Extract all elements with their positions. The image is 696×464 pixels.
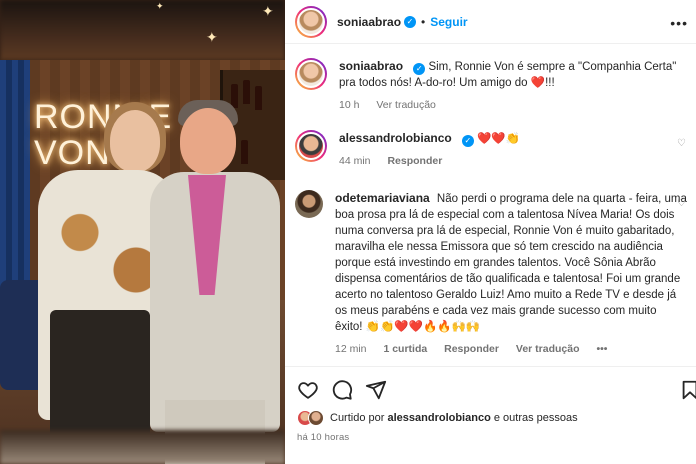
see-translation-link[interactable]: Ver tradução xyxy=(516,343,580,355)
comment-username[interactable]: odetemariaviana xyxy=(335,191,430,205)
comment-meta: 10 h Ver tradução xyxy=(339,97,690,113)
liked-by-prefix: Curtido por xyxy=(330,412,385,424)
woman-face xyxy=(110,110,160,172)
comment-time: 44 min xyxy=(339,155,371,167)
heart-icon[interactable] xyxy=(297,379,319,401)
sparkle-icon: ✦ xyxy=(156,1,164,11)
comment-more-icon[interactable]: ••• xyxy=(596,343,607,355)
verified-icon: ✓ xyxy=(404,15,417,28)
comment-meta: 12 min 1 curtida Responder Ver tradução … xyxy=(335,341,687,357)
liked-by-others-link[interactable]: e outras pessoas xyxy=(494,412,578,424)
bookmark-icon[interactable] xyxy=(679,379,696,401)
comment-item: soniaabrao ✓ Sim, Ronnie Von é sempre a … xyxy=(295,58,690,113)
liked-by-text: Curtido por alessandrolobianco e outras … xyxy=(330,412,578,424)
separator-dot: • xyxy=(421,14,426,29)
liked-by-user-link[interactable]: alessandrolobianco xyxy=(387,412,490,424)
liker-avatar xyxy=(308,410,324,426)
commenter-avatar[interactable] xyxy=(295,58,327,90)
author-username[interactable]: soniaabrao xyxy=(337,15,401,29)
comment-username[interactable]: alessandrolobianco xyxy=(339,131,452,145)
studio-curtain xyxy=(0,60,30,310)
verified-icon: ✓ xyxy=(413,63,426,75)
commenter-avatar[interactable] xyxy=(295,130,327,162)
post-timestamp: há 10 horas xyxy=(297,432,350,443)
comment-meta: 44 min Responder xyxy=(339,153,690,169)
like-comment-heart-icon[interactable]: ♡ xyxy=(677,198,686,209)
woman-pants xyxy=(50,310,150,440)
like-comment-heart-icon[interactable]: ♡ xyxy=(677,138,686,149)
post-actions-bar xyxy=(285,366,696,410)
commenter-avatar[interactable] xyxy=(295,190,323,218)
reply-link[interactable]: Responder xyxy=(444,343,499,355)
author-avatar[interactable] xyxy=(295,5,327,38)
comments-list[interactable]: soniaabrao ✓ Sim, Ronnie Von é sempre a … xyxy=(285,44,696,366)
comment-time: 12 min xyxy=(335,343,367,355)
reply-link[interactable]: Responder xyxy=(387,155,442,167)
photo-blur-bottom xyxy=(0,430,285,464)
verified-icon: ✓ xyxy=(461,135,474,147)
man-face xyxy=(180,108,236,174)
see-translation-link[interactable]: Ver tradução xyxy=(376,99,436,111)
liked-by: Curtido por alessandrolobianco e outras … xyxy=(297,410,578,426)
more-horizontal-icon[interactable]: ••• xyxy=(670,15,688,31)
post-header: soniaabrao ✓ • Seguir ••• xyxy=(285,0,696,44)
photo-blur-top xyxy=(0,0,285,60)
post-photo[interactable]: ✦ ✦ ✦ RONNIE VON xyxy=(0,0,285,464)
comment-likes-count[interactable]: 1 curtida xyxy=(383,343,427,355)
sparkle-icon: ✦ xyxy=(262,3,274,19)
sparkle-icon: ✦ xyxy=(206,29,218,45)
comment-username[interactable]: soniaabrao xyxy=(339,59,403,73)
post-side-panel: soniaabrao ✓ • Seguir ••• soniaabrao ✓ S… xyxy=(285,0,696,464)
comment-icon[interactable] xyxy=(331,379,353,401)
comment-text: Não perdi o programa dele na quarta - fe… xyxy=(335,193,687,333)
comment-item: alessandrolobianco ✓ ❤️❤️👏 44 min Respon… xyxy=(295,130,690,169)
comment-item: odetemariaviana Não perdi o programa del… xyxy=(295,190,690,357)
comment-time: 10 h xyxy=(339,99,360,111)
share-icon[interactable] xyxy=(365,379,387,401)
follow-button[interactable]: Seguir xyxy=(430,15,467,29)
comment-text: ❤️❤️👏 xyxy=(477,133,521,145)
